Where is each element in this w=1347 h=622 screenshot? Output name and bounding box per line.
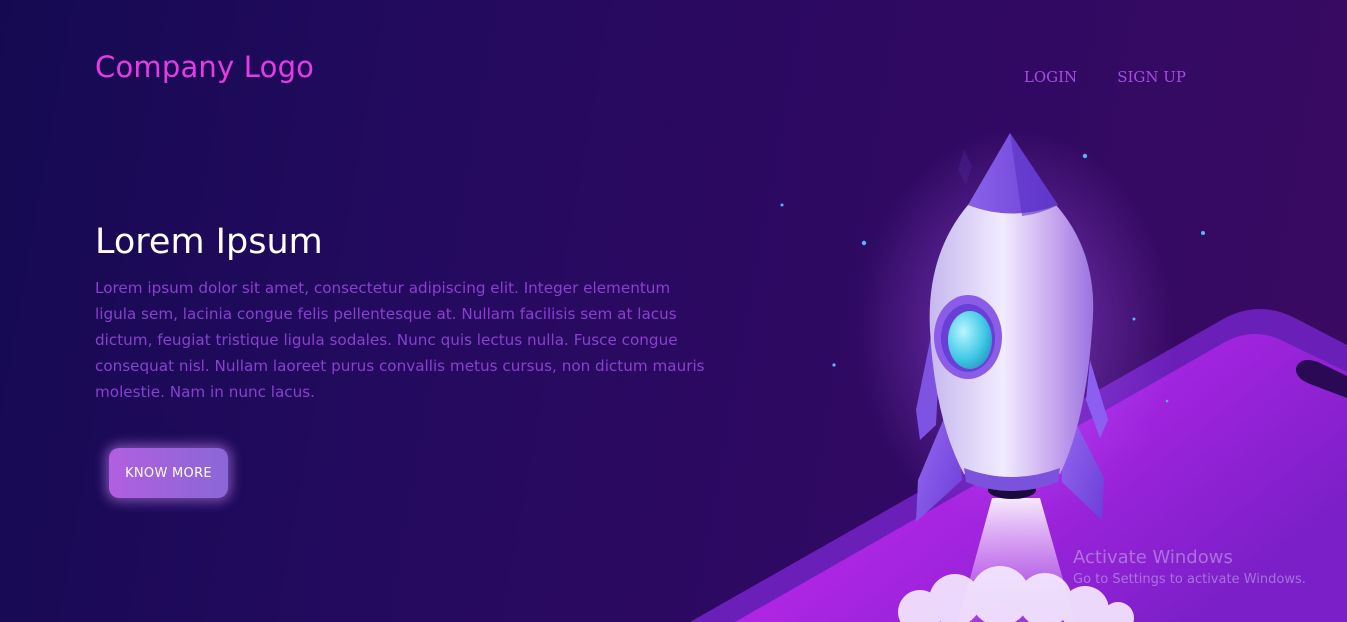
nav-login-link[interactable]: LOGIN xyxy=(1024,68,1077,86)
rocket-window xyxy=(948,311,992,369)
hero-title: Lorem Ipsum xyxy=(95,222,323,262)
top-nav: LOGIN SIGN UP xyxy=(1024,68,1186,86)
company-logo[interactable]: Company Logo xyxy=(95,50,314,84)
watermark-subtitle: Go to Settings to activate Windows. xyxy=(1073,572,1306,587)
watermark-title: Activate Windows xyxy=(1073,547,1233,568)
know-more-button[interactable]: KNOW MORE xyxy=(109,448,228,498)
hero-description: Lorem ipsum dolor sit amet, consectetur … xyxy=(95,279,705,401)
landing-page: Company Logo LOGIN SIGN UP Lorem Ipsum L… xyxy=(0,0,1347,622)
nav-signup-link[interactable]: SIGN UP xyxy=(1117,68,1186,86)
activate-windows-watermark: Activate Windows Go to Settings to activ… xyxy=(1073,547,1306,587)
